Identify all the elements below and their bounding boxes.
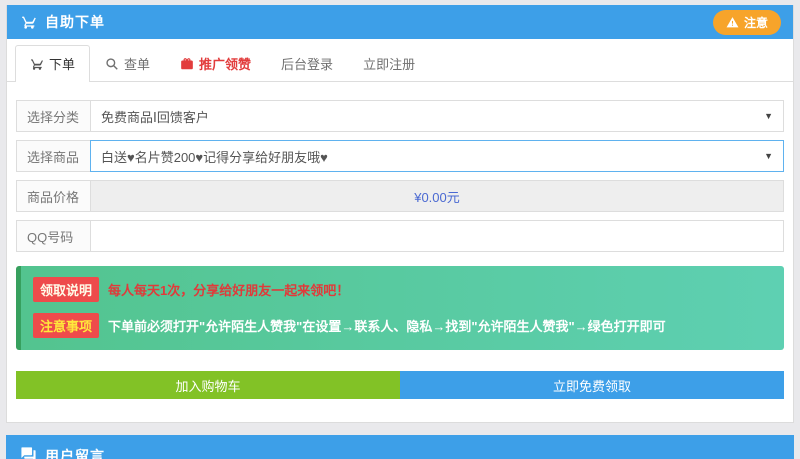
warning-icon xyxy=(726,16,739,29)
tab-admin-login-label: 后台登录 xyxy=(281,54,333,73)
order-panel-header: 自助下单 注意 xyxy=(7,5,793,39)
notice-button[interactable]: 注意 xyxy=(713,10,781,35)
chat-icon xyxy=(20,446,37,459)
claim-info-text: 每人每天1次，分享给好朋友一起来领吧！ xyxy=(108,280,349,299)
chevron-down-icon: ▼ xyxy=(764,151,773,161)
category-select[interactable]: 免费商品Ⅰ回馈客户 ▼ xyxy=(90,100,784,132)
tab-check-order-label: 查单 xyxy=(124,54,150,73)
qq-input[interactable] xyxy=(90,220,784,252)
tab-promo-likes-label: 推广领赞 xyxy=(199,54,251,73)
tab-admin-login[interactable]: 后台登录 xyxy=(266,45,348,82)
claim-free-button[interactable]: 立即免费领取 xyxy=(400,371,784,399)
claim-info-line: 领取说明 每人每天1次，分享给好朋友一起来领吧！ xyxy=(33,277,772,302)
tab-promo-likes[interactable]: 推广领赞 xyxy=(165,45,266,82)
search-icon xyxy=(105,57,119,71)
order-form: 选择分类 免费商品Ⅰ回馈客户 ▼ 选择商品 白送♥名片赞200♥记得分享给好朋友… xyxy=(7,82,793,422)
category-selected-value: 免费商品Ⅰ回馈客户 xyxy=(101,107,756,126)
price-value: ¥0.00元 xyxy=(90,180,784,212)
add-to-cart-button[interactable]: 加入购物车 xyxy=(16,371,400,399)
tab-bar: 下单 查单 推广领赞 后台登录 立即注册 xyxy=(7,39,793,82)
tab-register-label: 立即注册 xyxy=(363,54,415,73)
chevron-down-icon: ▼ xyxy=(764,111,773,121)
cart-icon xyxy=(21,14,37,30)
notice-badge: 注意事项 xyxy=(33,313,99,338)
cart-icon xyxy=(30,57,44,71)
page-title: 自助下单 xyxy=(45,12,105,32)
claim-info-badge: 领取说明 xyxy=(33,277,99,302)
gift-icon xyxy=(180,57,194,71)
action-buttons: 加入购物车 立即免费领取 xyxy=(16,371,784,399)
notice-line: 注意事项 下单前必须打开"允许陌生人赞我"在设置→联系人、隐私→找到"允许陌生人… xyxy=(33,313,772,338)
tab-order[interactable]: 下单 xyxy=(15,45,90,82)
category-label: 选择分类 xyxy=(16,100,90,132)
tab-order-label: 下单 xyxy=(49,54,75,73)
product-select[interactable]: 白送♥名片赞200♥记得分享给好朋友哦♥ ▼ xyxy=(90,140,784,172)
qq-row: QQ号码 xyxy=(16,220,784,252)
user-comments-header: 用户留言 xyxy=(6,435,794,459)
notice-label: 注意 xyxy=(744,14,768,31)
user-comments-title: 用户留言 xyxy=(45,446,105,459)
notice-text: 下单前必须打开"允许陌生人赞我"在设置→联系人、隐私→找到"允许陌生人赞我"→绿… xyxy=(108,316,666,335)
product-selected-value: 白送♥名片赞200♥记得分享给好朋友哦♥ xyxy=(101,147,756,166)
category-row: 选择分类 免费商品Ⅰ回馈客户 ▼ xyxy=(16,100,784,132)
product-label: 选择商品 xyxy=(16,140,90,172)
price-row: 商品价格 ¥0.00元 xyxy=(16,180,784,212)
order-panel: 自助下单 注意 下单 查单 xyxy=(6,5,794,423)
price-label: 商品价格 xyxy=(16,180,90,212)
alert-box: 领取说明 每人每天1次，分享给好朋友一起来领吧！ 注意事项 下单前必须打开"允许… xyxy=(16,266,784,350)
qq-label: QQ号码 xyxy=(16,220,90,252)
tab-register[interactable]: 立即注册 xyxy=(348,45,430,82)
product-row: 选择商品 白送♥名片赞200♥记得分享给好朋友哦♥ ▼ xyxy=(16,140,784,172)
page: 自助下单 注意 下单 查单 xyxy=(0,0,800,459)
tab-check-order[interactable]: 查单 xyxy=(90,45,165,82)
